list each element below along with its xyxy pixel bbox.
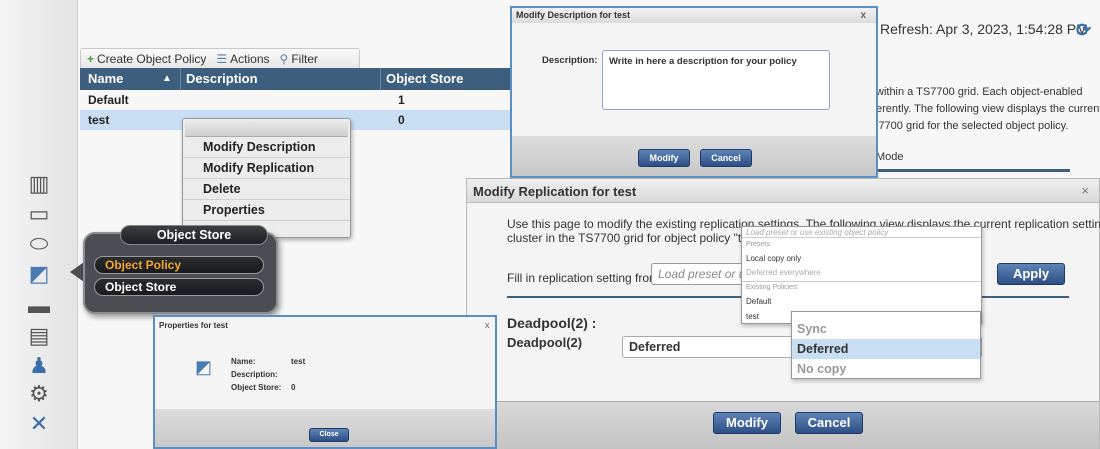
table-row[interactable]: Default 1 [80,90,510,110]
tools-icon[interactable]: ✕ [24,410,54,438]
property-value: test [291,357,306,366]
dropdown-option[interactable]: Local copy only [746,254,801,263]
description-textarea[interactable]: Write in here a description for your pol… [602,50,830,110]
dialog-title: Modify Description for test [516,10,631,20]
close-icon[interactable]: x [860,8,866,23]
disk-icon[interactable]: ⬭ [24,230,54,258]
list-icon: ☰ [216,51,228,66]
grid-header: Name ▲ Description Object Store [80,68,510,90]
cluster-label: Deadpool(2) [507,335,583,350]
cell-object-store: 0 [398,113,405,127]
cell-name: Default [88,93,129,107]
description-label: Description: [542,55,598,66]
close-icon[interactable]: × [1081,183,1089,198]
create-object-policy-label: Create Object Policy [97,51,207,66]
property-key: Description: [231,370,278,379]
cell-name: test [88,113,110,127]
dropdown-option[interactable]: test [746,312,759,321]
dropdown-group-label: Existing Policies: [746,284,799,291]
dialog-titlebar: Modify Description for test x [512,8,876,23]
panel-text-line: i7700 grid for the selected object polic… [876,120,1069,132]
close-icon[interactable]: x [485,320,490,330]
dropdown-option-no-copy[interactable]: No copy [792,359,980,379]
replication-mode-dropdown: Sync Deferred No copy [791,311,981,379]
apply-button[interactable]: Apply [997,263,1065,285]
create-object-policy-button[interactable]: + Create Object Policy [87,52,206,66]
menu-item-properties[interactable]: Properties [183,200,350,221]
preset-dropdown: Load preset or use existing object polic… [741,226,982,324]
dropdown-hint: Load preset or use existing object polic… [746,228,889,237]
cell-object-store: 1 [398,93,405,107]
clipboard-icon[interactable]: ▤ [24,322,54,350]
cancel-button[interactable]: Cancel [700,149,752,167]
filter-button[interactable]: ⚲ Filter [280,52,318,66]
column-header-description[interactable]: Description [186,71,258,86]
gears-icon[interactable]: ⚙ [24,380,54,408]
refresh-timestamp: Refresh: Apr 3, 2023, 1:54:28 PM [880,21,1088,37]
actions-menu-button[interactable]: ☰ Actions [216,52,269,66]
dialog-footer [467,401,1099,449]
dropdown-option-deferred[interactable]: Deferred [792,339,980,359]
column-header-object-store[interactable]: Object Store [386,71,463,86]
dropdown-group-label: Presets: [746,241,772,248]
screen: ▥ ▭ ⬭ ◩ ▬ ▤ ♟ ⚙ ✕ + Create Object Policy… [0,0,1100,449]
popup-pointer [70,262,84,282]
popup-title: Object Store [120,225,268,245]
modify-description-dialog: Modify Description for test x Descriptio… [510,6,878,178]
refresh-icon[interactable]: ⟳ [1076,20,1091,41]
divider [742,281,981,282]
fill-setting-label: Fill in replication setting from [507,271,660,285]
dialog-title: Properties for test [159,321,228,330]
plus-icon: + [87,51,95,66]
left-nav: ▥ ▭ ⬭ ◩ ▬ ▤ ♟ ⚙ ✕ [0,0,78,449]
property-key: Object Store: [231,383,282,392]
cluster-icon[interactable]: ▥ [24,170,54,198]
menu-item-delete[interactable]: Delete [183,179,350,200]
context-menu: Modify Description Modify Replication De… [182,118,351,238]
divider [742,237,981,238]
column-header-name[interactable]: Name [88,71,123,86]
dialog-title: Modify Replication for test [473,184,637,199]
property-value: 0 [291,383,296,392]
user-icon[interactable]: ♟ [24,352,54,380]
cluster-section-title: Deadpool(2) : [507,315,597,331]
divider [876,169,1070,172]
menu-item-modify-description[interactable]: Modify Description [183,137,350,158]
modify-button[interactable]: Modify [638,149,690,167]
context-menu-header [185,121,348,137]
panel-text-line: within a TS7700 grid. Each object-enable… [876,86,1083,98]
dropdown-option-sync[interactable]: Sync [792,319,980,339]
sort-ascending-icon[interactable]: ▲ [162,73,172,84]
monitor-icon[interactable]: ▭ [24,200,54,228]
property-key: Name: [231,357,256,366]
actions-label: Actions [230,51,270,66]
object-store-icon[interactable]: ◩ [24,260,54,288]
filter-label: Filter [291,51,318,66]
mode-label: Mode [876,151,904,163]
intro-text: cluster in the TS7700 grid for object po… [507,231,762,245]
cancel-button[interactable]: Cancel [795,412,863,434]
dropdown-option[interactable]: Default [746,297,771,306]
tape-drive-icon[interactable]: ▬ [24,292,54,320]
dropdown-option[interactable]: Deferred everywhere [746,268,821,277]
object-policy-icon: ◩ [195,357,213,377]
toolbar: + Create Object Policy ☰ Actions ⚲ Filte… [80,48,360,68]
preset-input[interactable]: Load preset or use [651,263,746,285]
nav-item-object-policy[interactable]: Object Policy [94,256,264,274]
close-button[interactable]: Close [309,428,349,442]
nav-item-object-store[interactable]: Object Store [94,278,264,296]
menu-item-modify-replication[interactable]: Modify Replication [183,158,350,179]
panel-text-line: erently. The following view displays the… [876,103,1100,115]
modify-button[interactable]: Modify [713,412,781,434]
filter-icon: ⚲ [279,51,289,66]
properties-dialog: Properties for test x ◩ Name: test Descr… [153,315,497,449]
dialog-footer [512,136,876,176]
